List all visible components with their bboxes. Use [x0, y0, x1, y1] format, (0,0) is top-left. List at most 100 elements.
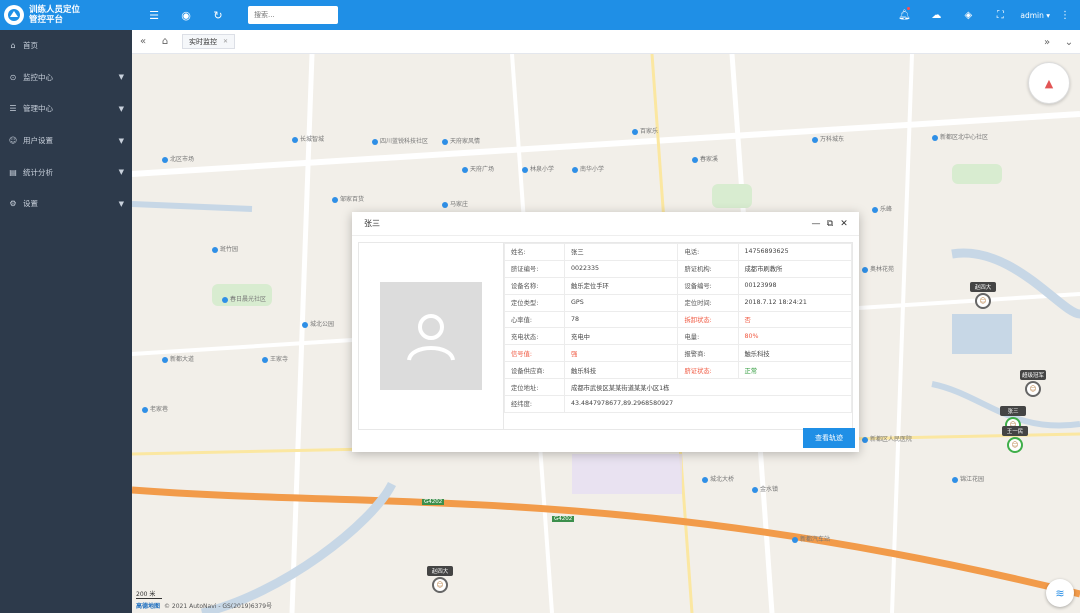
close-icon[interactable]: ✕ [223, 38, 228, 45]
app-title-line1: 训练人员定位 [29, 5, 81, 15]
table-row: 脐证编号: 0022335 脐证机构: 成都市刷教所 [503, 259, 852, 278]
fullscreen-icon[interactable]: ⛶ [984, 10, 1016, 21]
user-menu[interactable]: admin ▾ [1020, 11, 1050, 20]
person-marker[interactable]: 赵四大 ☺ [427, 566, 453, 593]
menu-toggle-icon[interactable]: ☰ [138, 9, 170, 22]
avatar: ☺ [975, 293, 991, 309]
app-title-line2: 管控平台 [29, 15, 64, 25]
search-input[interactable] [248, 6, 338, 24]
table-row: 信号值: 强 报警商: 触乐科技 [503, 344, 852, 363]
compass-icon[interactable]: ▲ [1028, 62, 1070, 104]
map-label: 锦江花园 [952, 474, 984, 483]
sidebar-item-settings[interactable]: ⚙ 设置 ▼ [0, 188, 132, 220]
map-brand: 高德地图 [136, 603, 161, 610]
tabs-scroll-left-icon[interactable]: « [132, 36, 154, 47]
person-info-dialog: 张三 — ⧉ ✕ 姓名: 张三 电话: 14756893625 脐证编号: 00… [352, 212, 859, 452]
table-row: 定位地址: 成都市武侯区某某街道某某小区1栋 [503, 378, 852, 397]
globe-icon[interactable]: ◉ [170, 9, 202, 22]
sidebar-item-user-settings[interactable]: ☺ 用户设置 ▼ [0, 125, 132, 157]
maximize-icon[interactable]: ⧉ [823, 219, 837, 229]
home-tab-icon[interactable]: ⌂ [154, 36, 176, 47]
map-label: 金水镇 [752, 484, 778, 493]
refresh-icon[interactable]: ↻ [202, 9, 234, 22]
table-row: 经纬度: 43.4847978677,89.2968580927 [503, 395, 852, 413]
view-track-button[interactable]: 查看轨迹 [803, 428, 855, 448]
close-icon[interactable]: ✕ [837, 219, 851, 229]
more-icon[interactable]: ⋮ [1058, 10, 1072, 21]
field-value: 正常 [737, 361, 852, 380]
tabs-scroll-right-icon[interactable]: » [1036, 37, 1058, 48]
field-label: 报警商: [677, 344, 739, 363]
map-label: 林泉小学 [522, 164, 554, 173]
float-action-icon[interactable]: ≋ [1046, 579, 1074, 607]
field-value: GPS [564, 293, 679, 312]
field-label: 电话: [677, 243, 739, 261]
tabs-dropdown-icon[interactable]: ⌄ [1058, 37, 1080, 48]
tab-realtime-monitor[interactable]: 实时监控 ✕ [182, 34, 236, 49]
caret-down-icon: ▼ [118, 199, 124, 208]
marker-label: 赵四大 [970, 282, 996, 292]
avatar: ☺ [1025, 381, 1041, 397]
notification-dot [907, 6, 911, 10]
bell-icon[interactable]: 🔔︎ [888, 6, 920, 21]
minimize-icon[interactable]: — [809, 219, 823, 229]
map-label: 南华小学 [572, 164, 604, 173]
tab-bar: « ⌂ 实时监控 ✕ » ⌄ [132, 30, 1080, 54]
field-value: 成都市武侯区某某街道某某小区1栋 [564, 378, 852, 397]
sidebar-item-monitor[interactable]: ⊙ 监控中心 ▼ [0, 62, 132, 94]
map-label: 天府广场 [462, 164, 494, 173]
caret-down-icon: ▼ [118, 104, 124, 113]
photo-cell [359, 243, 504, 429]
field-label: 设备名称: [503, 276, 566, 295]
map-label: 邹家百货 [332, 194, 364, 203]
field-value: 0022335 [564, 259, 679, 278]
sidebar-item-label: 用户设置 [23, 136, 53, 146]
table-row: 定位类型: GPS 定位时间: 2018.7.12 18:24:21 [503, 293, 852, 312]
field-value: 2018.7.12 18:24:21 [737, 293, 852, 312]
dialog-title: 张三 [364, 219, 380, 228]
marker-label: 张三 [1000, 406, 1026, 416]
sidebar-item-label: 统计分析 [23, 167, 53, 177]
sidebar-item-manage[interactable]: ☰ 管理中心 ▼ [0, 93, 132, 125]
avatar: ☺ [1007, 437, 1023, 453]
sidebar-item-home[interactable]: ⌂ 首页 [0, 30, 132, 62]
field-value: 成都市刷教所 [737, 259, 852, 278]
person-marker[interactable]: 王一民 ☺ [1002, 426, 1028, 453]
caret-down-icon: ▼ [118, 168, 124, 177]
field-value: 充电中 [564, 327, 679, 346]
field-value: 80% [737, 327, 852, 346]
field-label: 脐证编号: [503, 259, 566, 278]
map-label: 天府家风情 [442, 136, 480, 145]
map-label: 新都汽车站 [792, 534, 830, 543]
park-area [712, 184, 752, 208]
field-value: 张三 [564, 243, 679, 261]
logo-bar: 训练人员定位 管控平台 [0, 0, 132, 30]
table-row: 设备名称: 触乐定位手环 设备编号: 00123998 [503, 276, 852, 295]
field-value: 触乐科技 [564, 361, 679, 380]
map-label: 城北公园 [302, 319, 334, 328]
field-value: 触乐定位手环 [564, 276, 679, 295]
caret-down-icon: ▾ [1046, 10, 1050, 20]
user-icon: ☺ [8, 136, 18, 146]
user-avatar-icon [407, 314, 455, 361]
field-label: 拆卸状态: [677, 310, 739, 329]
cloud-icon[interactable]: ☁ [920, 10, 952, 21]
field-value: 触乐科技 [737, 344, 852, 363]
tab-label: 实时监控 [189, 37, 217, 46]
person-marker[interactable]: 超级冠军 ☺ [1020, 370, 1046, 397]
marker-label: 超级冠军 [1020, 370, 1046, 380]
person-marker[interactable]: 赵四大 ☺ [970, 282, 996, 309]
map-label: 新都大道 [162, 354, 194, 363]
monitor-icon: ⊙ [9, 72, 17, 82]
logo-icon [4, 5, 24, 25]
field-label: 经纬度: [503, 395, 566, 413]
marker-label: 王一民 [1002, 426, 1028, 436]
map-label: 奥林花苑 [862, 264, 894, 273]
map-label: 长城智城 [292, 134, 324, 143]
sidebar-item-statistics[interactable]: ▤ 统计分析 ▼ [0, 156, 132, 188]
tag-icon[interactable]: ◈ [952, 10, 984, 21]
field-label: 姓名: [503, 243, 566, 261]
field-label: 电量: [677, 327, 739, 346]
marker-label: 赵四大 [427, 566, 453, 576]
map-label: 春日晨光社区 [222, 294, 266, 303]
